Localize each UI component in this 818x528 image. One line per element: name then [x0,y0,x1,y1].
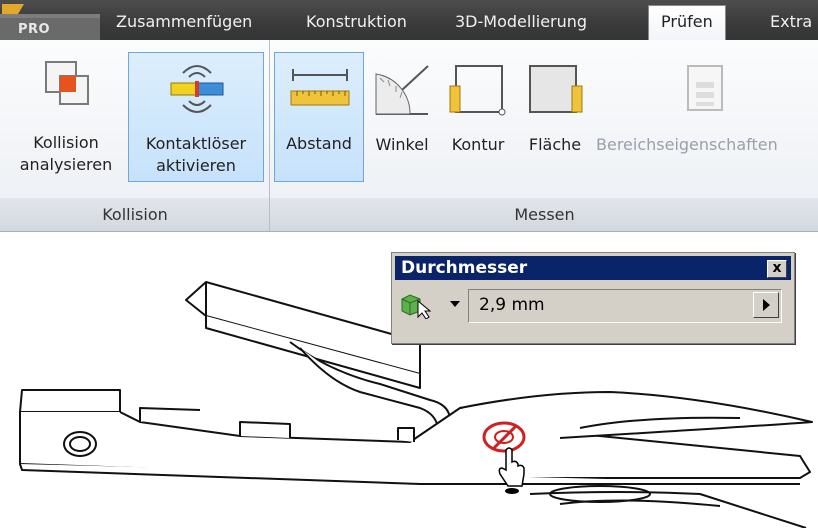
bereichseigenschaften-label: Bereichseigenschaften [596,135,778,154]
kontaktloeser-line1: Kontaktlöser [145,134,247,153]
area-icon [529,65,583,113]
app-badge: PRO [18,22,51,37]
region-properties-icon [687,65,723,111]
kollision-analysieren-button[interactable]: Kollision analysieren [8,54,124,182]
tab-zusammenfuegen[interactable]: Zusammenfügen [116,6,252,40]
kollision-line1: Kollision [33,133,99,152]
tab-pruefen[interactable]: Prüfen [648,5,726,41]
tab-3d-modellierung[interactable]: 3D-Modellierung [455,6,587,40]
loop-icon [449,65,506,116]
kontaktloeser-aktivieren-button[interactable]: Kontaktlöser aktivieren [128,52,264,182]
kollision-line2: analysieren [19,155,113,174]
angle-icon [375,65,429,115]
ribbon: Kollision analysieren Kontaktlöser aktiv… [0,40,818,232]
abstand-button[interactable]: Abstand [274,52,364,182]
kontaktloeser-line2: aktivieren [156,156,236,175]
tab-extra[interactable]: Extra [770,6,812,40]
interference-icon [45,61,89,105]
application-menu-button[interactable]: PRO [0,4,100,40]
flaeche-button[interactable]: Fläche [518,54,592,182]
winkel-label: Winkel [375,135,429,154]
select-mode-dropdown[interactable] [398,291,464,320]
chevron-down-icon [450,301,460,307]
distance-ruler-icon [290,69,350,106]
diameter-value: 2,9 mm [479,295,545,315]
panel-separator [269,40,270,231]
abstand-label: Abstand [286,134,352,153]
winkel-button[interactable]: Winkel [366,54,438,182]
select-cube-icon [401,294,432,320]
menu-arrow-button[interactable] [753,292,779,318]
kontur-label: Kontur [451,135,505,154]
panel-title-messen: Messen [514,205,575,224]
ribbon-panel-bar: Kollision Messen [0,198,818,232]
panel-title-kollision: Kollision [102,205,168,224]
ribbon-tab-bar: PRO Zusammenfügen Konstruktion 3D-Modell… [0,0,818,41]
dialog-title: Durchmesser [401,258,528,278]
close-button[interactable]: x [767,260,787,278]
diameter-value-field[interactable]: 2,9 mm [468,289,782,323]
kontur-button[interactable]: Kontur [442,54,514,182]
bereichseigenschaften-button[interactable]: Bereichseigenschaften [596,54,818,182]
contact-solver-icon [170,65,224,113]
dialog-title-bar[interactable]: Durchmesser x [395,256,791,280]
durchmesser-dialog: Durchmesser x 2,9 mm [391,252,795,344]
tab-konstruktion[interactable]: Konstruktion [306,6,407,40]
flaeche-label: Fläche [528,135,582,154]
